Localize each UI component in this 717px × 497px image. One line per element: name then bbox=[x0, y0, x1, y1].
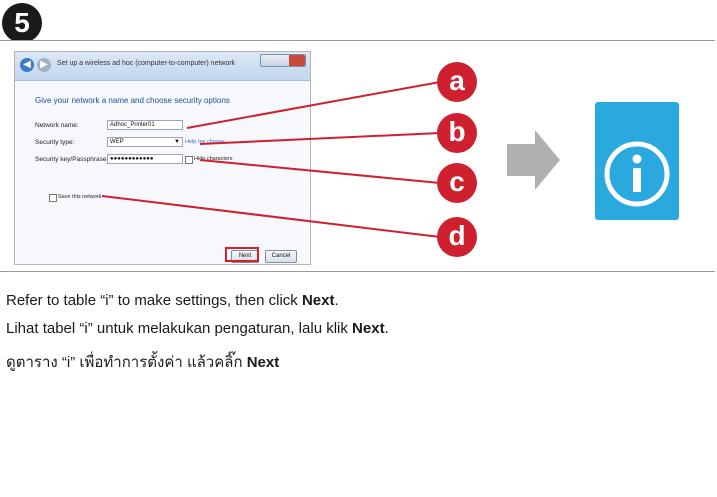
save-network-label: Save this network bbox=[58, 194, 102, 200]
next-button-highlight bbox=[225, 247, 259, 262]
info-table-card bbox=[595, 102, 679, 220]
dialog-titlebar: ◀ ▶ Set up a wireless ad hoc (computer-t… bbox=[15, 52, 310, 81]
instruction-english: Refer to table “i” to make settings, the… bbox=[6, 292, 339, 309]
security-type-label: Security type: bbox=[35, 139, 75, 146]
security-type-value: WEP bbox=[110, 139, 124, 145]
forward-arrow-icon[interactable]: ▶ bbox=[37, 58, 51, 72]
hide-characters-checkbox[interactable] bbox=[185, 156, 193, 164]
callout-a: a bbox=[437, 62, 477, 102]
instruction-thai: ดูตาราง “i” เพื่อทำการตั้งค่า แล้วคลิ๊ก … bbox=[6, 354, 280, 371]
callout-b: b bbox=[437, 113, 477, 153]
network-name-label: Network name: bbox=[35, 122, 79, 129]
info-icon bbox=[604, 141, 670, 207]
dialog-heading: Give your network a name and choose secu… bbox=[35, 96, 230, 105]
step-number-badge: 5 bbox=[2, 3, 42, 43]
chevron-down-icon: ▼ bbox=[174, 139, 180, 145]
security-key-input[interactable]: ●●●●●●●●●●●● bbox=[107, 154, 183, 164]
network-name-input[interactable]: Adhoc_Printer01 bbox=[107, 120, 183, 130]
back-arrow-icon[interactable]: ◀ bbox=[20, 58, 34, 72]
hide-characters-label: Hide characters bbox=[194, 156, 233, 162]
security-type-select[interactable]: WEP ▼ bbox=[107, 137, 183, 147]
callout-c: c bbox=[437, 163, 477, 203]
dialog-title: Set up a wireless ad hoc (computer-to-co… bbox=[57, 60, 236, 67]
dialog-screenshot: ◀ ▶ Set up a wireless ad hoc (computer-t… bbox=[14, 51, 311, 265]
help-me-choose-link[interactable]: Help me choose bbox=[185, 139, 225, 145]
instruction-indonesian: Lihat tabel “i” untuk melakukan pengatur… bbox=[6, 320, 389, 337]
window-controls[interactable] bbox=[260, 54, 306, 67]
close-icon[interactable] bbox=[289, 55, 305, 66]
cancel-button[interactable]: Cancel bbox=[265, 250, 297, 263]
security-key-label: Security key/Passphrase: bbox=[35, 156, 109, 163]
save-network-checkbox[interactable] bbox=[49, 194, 57, 202]
callout-d: d bbox=[437, 217, 477, 257]
